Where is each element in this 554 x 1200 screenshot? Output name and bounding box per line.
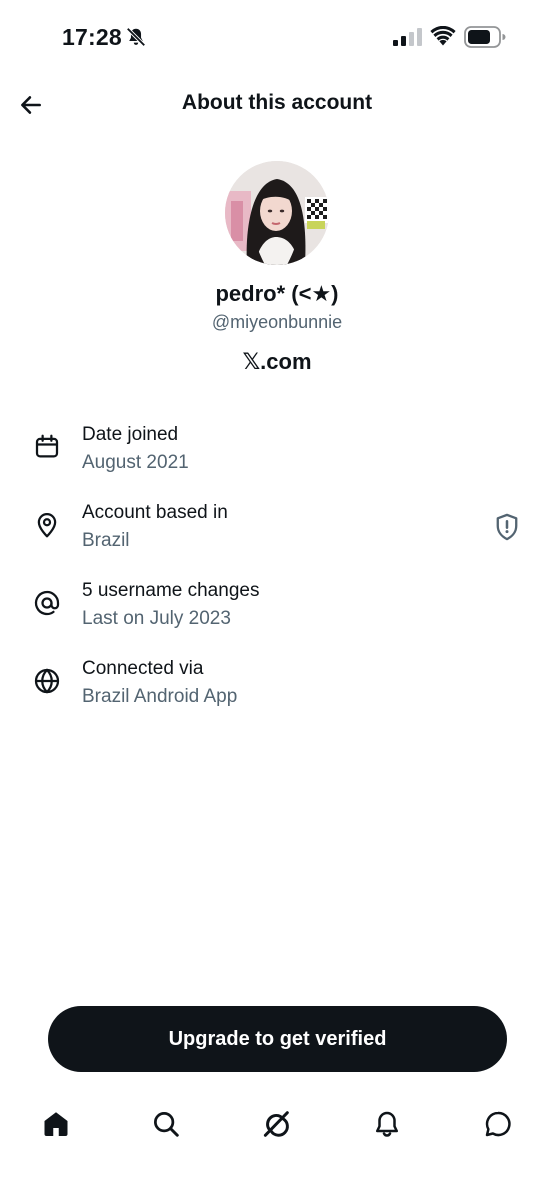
shield-alert-icon[interactable]: [493, 512, 521, 542]
info-label: Connected via: [82, 658, 204, 679]
at-sign-icon: [34, 590, 60, 616]
wifi-icon: [430, 26, 456, 46]
username-handle[interactable]: @miyeonbunnie: [0, 312, 554, 333]
page-title: About this account: [181, 91, 373, 114]
display-name: pedro* (<★): [215, 281, 339, 306]
tab-home[interactable]: [38, 1106, 74, 1142]
tab-search[interactable]: [148, 1106, 184, 1142]
home-icon: [44, 1112, 68, 1136]
globe-icon: [34, 668, 60, 694]
tab-messages[interactable]: [480, 1106, 516, 1142]
status-bar: 17:28: [0, 0, 554, 70]
info-label: Date joined: [82, 424, 179, 445]
upgrade-button[interactable]: Upgrade to get verified: [48, 1006, 507, 1072]
avatar-photo: [225, 161, 329, 265]
x-com-link[interactable]: 𝕏.com: [0, 349, 554, 375]
info-row-username-changes: 5 username changes Last on July 2023: [0, 578, 554, 642]
info-row-account-based-in: Account based in Brazil: [0, 500, 554, 564]
search-icon: [154, 1112, 179, 1137]
tab-grok[interactable]: [258, 1106, 294, 1142]
notifications-icon: [376, 1111, 398, 1137]
info-value: Brazil Android App: [82, 686, 238, 707]
grok-icon: [263, 1111, 289, 1137]
signal-icon: [393, 28, 422, 46]
battery-icon: [464, 26, 506, 48]
bell-off-icon: [126, 27, 146, 47]
info-label: Account based in: [82, 502, 228, 523]
info-row-connected-via: Connected via Brazil Android App: [0, 656, 554, 720]
info-label: 5 username changes: [82, 580, 260, 601]
info-value: August 2021: [82, 452, 189, 473]
info-row-date-joined: Date joined August 2021: [0, 422, 554, 486]
info-value: Last on July 2023: [82, 608, 231, 629]
avatar[interactable]: [225, 161, 329, 265]
messages-icon: [485, 1111, 511, 1137]
status-time: 17:28: [62, 24, 122, 50]
tab-notifications[interactable]: [369, 1106, 405, 1142]
info-value: Brazil: [82, 530, 130, 551]
calendar-icon: [35, 434, 59, 458]
location-pin-icon: [37, 513, 57, 538]
